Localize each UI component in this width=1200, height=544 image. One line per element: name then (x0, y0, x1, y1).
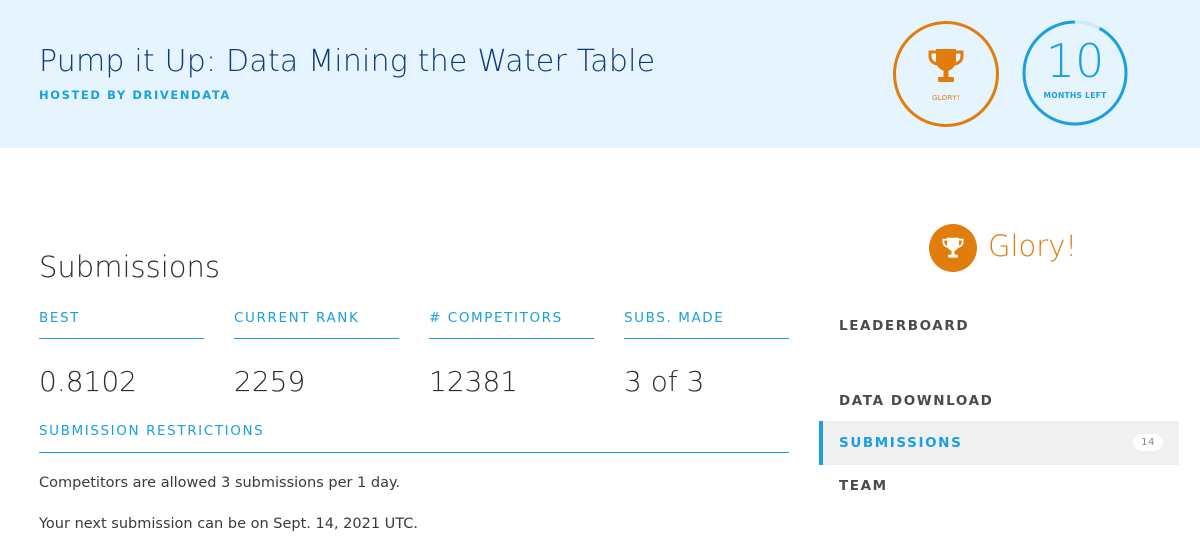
stat-value: 2259 (234, 365, 306, 398)
submission-restrictions-heading: SUBMISSION RESTRICTIONS (39, 423, 789, 453)
stat-label: CURRENT RANK (234, 310, 399, 339)
stat-competitors: # COMPETITORS 12381 (429, 310, 594, 398)
prize-icon-badge (929, 224, 977, 272)
nav-data-download[interactable]: DATA DOWNLOAD (819, 379, 1179, 423)
prize-badge: GLORY! (893, 21, 999, 127)
stat-current-rank: CURRENT RANK 2259 (234, 310, 399, 398)
prize-label: GLORY! (932, 94, 960, 102)
nav-label: DATA DOWNLOAD (839, 393, 994, 409)
stat-label: # COMPETITORS (429, 310, 594, 339)
nav-submissions[interactable]: SUBMISSIONS 14 (819, 421, 1179, 465)
submissions-count-badge: 14 (1133, 434, 1163, 451)
trophy-icon (928, 49, 964, 82)
page-title: Submissions (39, 250, 221, 284)
nav-label: SUBMISSIONS (839, 435, 963, 451)
stat-label: SUBS. MADE (624, 310, 789, 339)
restriction-text: Competitors are allowed 3 submissions pe… (39, 475, 401, 491)
competition-title: Pump it Up: Data Mining the Water Table (39, 44, 656, 79)
time-left-value: 10 (1045, 34, 1105, 88)
stat-value: 3 of 3 (624, 365, 705, 398)
stat-value: 12381 (429, 365, 519, 398)
stat-best: BEST 0.8102 (39, 310, 204, 398)
trophy-icon (942, 237, 964, 258)
prize-text: Glory! (988, 229, 1077, 263)
stat-label: BEST (39, 310, 204, 339)
hosted-by-label: HOSTED BY DRIVENDATA (39, 88, 231, 102)
nav-label: LEADERBOARD (839, 318, 970, 334)
nav-label: TEAM (839, 478, 888, 494)
nav-leaderboard[interactable]: LEADERBOARD (819, 304, 1179, 348)
stat-subs-made: SUBS. MADE 3 of 3 (624, 310, 789, 398)
time-left-label: MONTHS LEFT (1043, 91, 1107, 100)
stat-value: 0.8102 (39, 365, 137, 398)
next-submission-text: Your next submission can be on Sept. 14,… (39, 516, 419, 532)
nav-team[interactable]: TEAM (819, 464, 1179, 508)
time-elapsed-arc (1074, 20, 1101, 30)
